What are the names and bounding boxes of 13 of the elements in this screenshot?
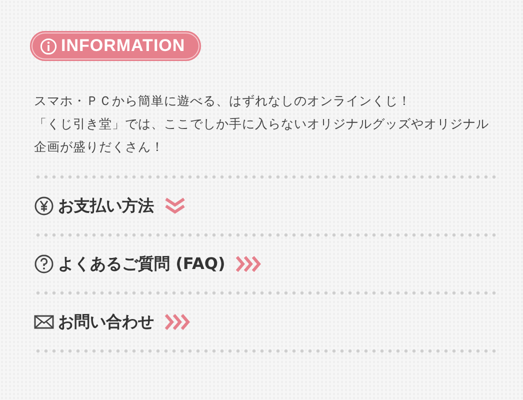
intro-text: 「くじ引き堂」では、ここでしか手に入らないオリジナルグッズやオリジナル企画が盛りだくさん！ xyxy=(34,115,490,156)
triple-chevron-right-icon xyxy=(164,313,192,331)
menu-link[interactable]: よくあるご質問 (FAQ) xyxy=(58,254,226,274)
info-icon xyxy=(40,38,57,54)
envelope-icon xyxy=(34,314,54,330)
menu-link[interactable]: お問い合わせ xyxy=(58,312,154,332)
information-badge: INFORMATION xyxy=(30,31,202,61)
menu-link[interactable]: お支払い方法 xyxy=(58,196,154,216)
triple-chevron-right-icon xyxy=(235,255,264,273)
yen-icon xyxy=(34,196,54,216)
question-icon xyxy=(34,254,54,274)
double-chevron-down-icon xyxy=(164,197,186,215)
intro-text: スマホ・ＰＣから簡単に遊べる、はずれなしのオンラインくじ！ xyxy=(34,92,412,110)
